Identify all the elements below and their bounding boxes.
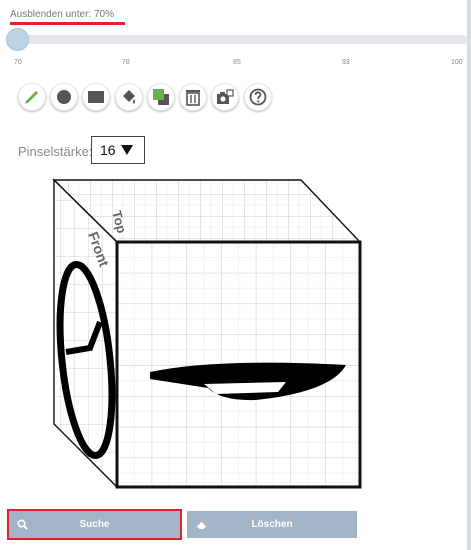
clear-button-label: Löschen — [251, 519, 293, 530]
chevron-down-icon — [121, 145, 133, 155]
brush-size-label: Pinselstärke: — [18, 144, 93, 159]
circle-icon — [57, 90, 71, 104]
slider-tick-label: 100 — [451, 59, 463, 66]
slider-thumb[interactable] — [6, 28, 29, 51]
camera-icon — [217, 89, 234, 104]
slider-tick-label: 93 — [342, 59, 350, 66]
camera-tool-button[interactable] — [211, 83, 239, 111]
help-icon — [249, 88, 267, 106]
eraser-icon — [196, 521, 207, 530]
slider-tick-label: 78 — [122, 59, 130, 66]
rectangle-tool-button[interactable] — [82, 83, 110, 111]
slider-tick-label: 70 — [14, 59, 22, 66]
slider-tick-label: 85 — [233, 59, 241, 66]
brush-tool-button[interactable] — [18, 83, 46, 111]
delete-tool-button[interactable] — [179, 83, 207, 111]
brush-icon — [25, 91, 38, 104]
help-button[interactable] — [244, 83, 272, 111]
drawing-cube[interactable]: Front Top — [46, 172, 366, 492]
search-highlight — [7, 509, 182, 540]
threshold-underline — [10, 22, 125, 25]
window-frame — [467, 0, 471, 550]
fill-bucket-icon — [123, 90, 135, 104]
circle-tool-button[interactable] — [50, 83, 78, 111]
threshold-label: Ausblenden unter: 70% — [10, 9, 114, 20]
copy-layer-icon — [153, 89, 169, 105]
clear-button[interactable]: Löschen — [187, 511, 357, 538]
rectangle-icon — [88, 91, 104, 103]
threshold-slider[interactable] — [8, 35, 468, 44]
fill-tool-button[interactable] — [115, 83, 143, 111]
brush-size-select[interactable]: 16 — [91, 136, 145, 164]
copy-tool-button[interactable] — [147, 83, 175, 111]
brush-size-value: 16 — [100, 142, 116, 158]
trash-icon — [186, 90, 200, 106]
